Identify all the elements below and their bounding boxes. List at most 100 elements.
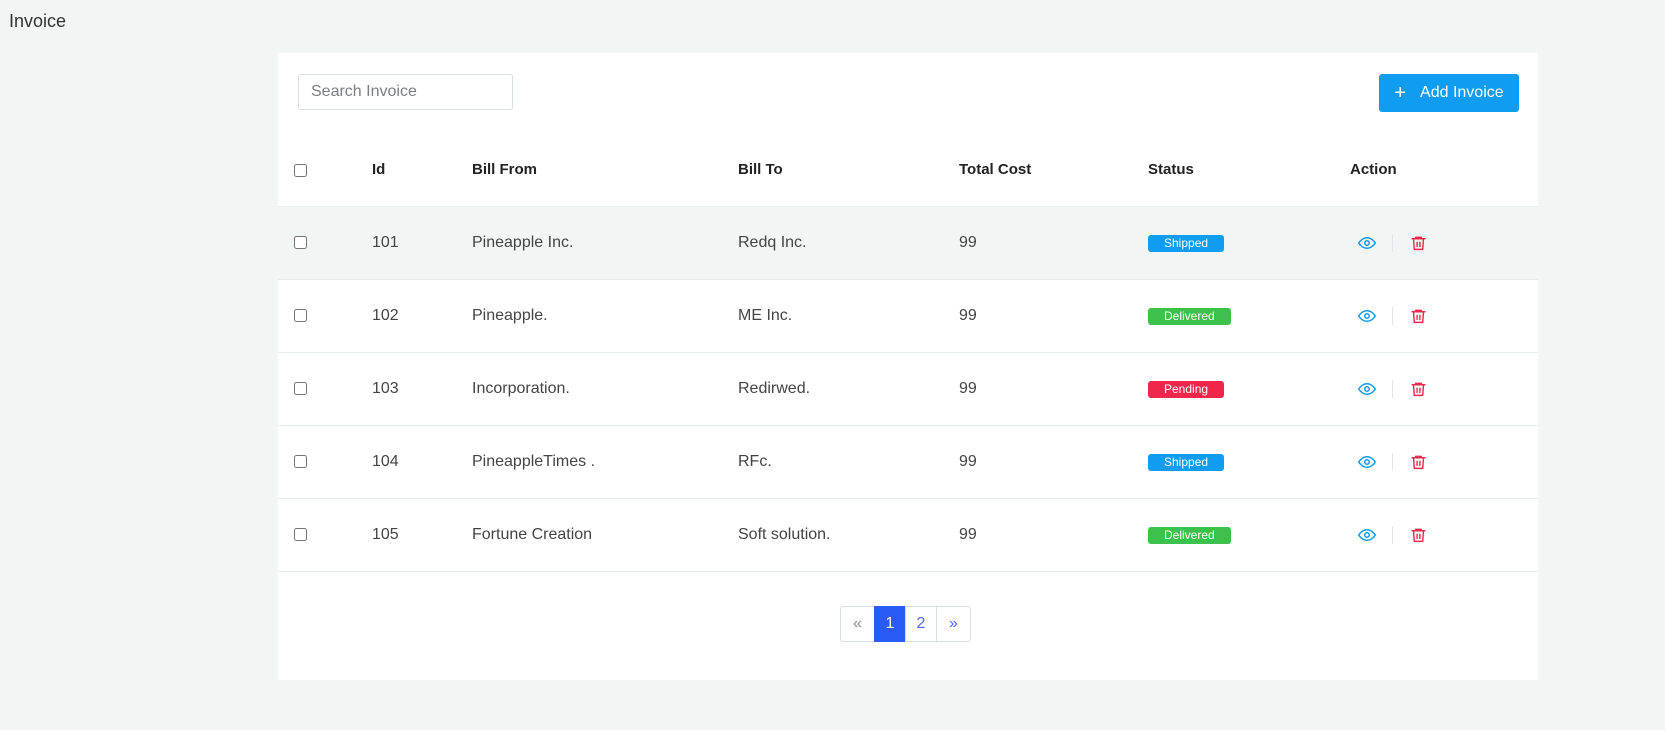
row-actions: [1350, 448, 1538, 476]
table-header-row: Id Bill From Bill To Total Cost Status A…: [278, 133, 1538, 207]
row-checkbox[interactable]: [294, 309, 307, 323]
cell-status: Shipped: [1148, 206, 1350, 280]
cell-action: [1350, 206, 1538, 280]
status-badge: Pending: [1148, 381, 1225, 398]
row-select-cell: [278, 279, 372, 353]
pagination-prev[interactable]: «: [840, 606, 875, 642]
row-checkbox[interactable]: [294, 382, 307, 396]
cell-total-cost: 99: [959, 425, 1148, 499]
toolbar: + Add Invoice: [278, 53, 1538, 133]
cell-action: [1350, 279, 1538, 353]
cell-bill-from: PineappleTimes .: [472, 425, 738, 499]
cell-action: [1350, 498, 1538, 572]
cell-bill-to: Soft solution.: [738, 498, 959, 572]
cell-bill-from: Fortune Creation: [472, 498, 738, 572]
cell-status: Delivered: [1148, 498, 1350, 572]
row-select-cell: [278, 425, 372, 499]
delete-button[interactable]: [1401, 302, 1435, 330]
row-checkbox[interactable]: [294, 236, 307, 250]
add-invoice-button[interactable]: + Add Invoice: [1379, 74, 1519, 112]
cell-id: 101: [372, 206, 472, 280]
cell-bill-to: Redq Inc.: [738, 206, 959, 280]
cell-id: 102: [372, 279, 472, 353]
cell-id: 105: [372, 498, 472, 572]
action-divider: [1392, 307, 1393, 325]
row-checkbox[interactable]: [294, 528, 307, 542]
cell-status: Pending: [1148, 352, 1350, 426]
trash-icon: [1410, 307, 1427, 325]
cell-status: Delivered: [1148, 279, 1350, 353]
row-checkbox[interactable]: [294, 455, 307, 469]
cell-bill-to: RFc.: [738, 425, 959, 499]
cell-total-cost: 99: [959, 206, 1148, 280]
delete-button[interactable]: [1401, 375, 1435, 403]
status-badge: Delivered: [1148, 308, 1231, 325]
delete-button[interactable]: [1401, 229, 1435, 257]
eye-icon: [1358, 380, 1376, 398]
trash-icon: [1410, 380, 1427, 398]
header-total-cost: Total Cost: [959, 133, 1148, 207]
view-button[interactable]: [1350, 229, 1384, 257]
table-row[interactable]: 102 Pineapple. ME Inc. 99 Delivered: [278, 279, 1538, 353]
cell-id: 103: [372, 352, 472, 426]
status-badge: Shipped: [1148, 454, 1225, 471]
eye-icon: [1358, 453, 1376, 471]
cell-total-cost: 99: [959, 352, 1148, 426]
eye-icon: [1358, 526, 1376, 544]
eye-icon: [1358, 307, 1376, 325]
table-row[interactable]: 105 Fortune Creation Soft solution. 99 D…: [278, 498, 1538, 572]
header-status: Status: [1148, 133, 1350, 207]
cell-status: Shipped: [1148, 425, 1350, 499]
delete-button[interactable]: [1401, 448, 1435, 476]
view-button[interactable]: [1350, 448, 1384, 476]
action-divider: [1392, 526, 1393, 544]
delete-button[interactable]: [1401, 521, 1435, 549]
pagination-page-2[interactable]: 2: [905, 606, 937, 642]
row-actions: [1350, 375, 1538, 403]
cell-bill-to: ME Inc.: [738, 279, 959, 353]
trash-icon: [1410, 526, 1427, 544]
invoice-table: Id Bill From Bill To Total Cost Status A…: [278, 133, 1538, 572]
cell-bill-from: Incorporation.: [472, 352, 738, 426]
page-title: Invoice: [9, 11, 67, 31]
table-row[interactable]: 101 Pineapple Inc. Redq Inc. 99 Shipped: [278, 206, 1538, 280]
pagination: « 1 2 »: [840, 606, 971, 642]
trash-icon: [1410, 234, 1427, 252]
invoice-card: + Add Invoice Id Bill From Bill To Total…: [278, 53, 1538, 680]
cell-action: [1350, 425, 1538, 499]
table-row[interactable]: 103 Incorporation. Redirwed. 99 Pending: [278, 352, 1538, 426]
row-select-cell: [278, 498, 372, 572]
plus-icon: +: [1394, 82, 1407, 104]
action-divider: [1392, 453, 1393, 471]
view-button[interactable]: [1350, 302, 1384, 330]
cell-bill-to: Redirwed.: [738, 352, 959, 426]
header-select-all: [278, 133, 372, 207]
view-button[interactable]: [1350, 521, 1384, 549]
cell-bill-from: Pineapple Inc.: [472, 206, 738, 280]
row-select-cell: [278, 352, 372, 426]
header-bill-to: Bill To: [738, 133, 959, 207]
cell-id: 104: [372, 425, 472, 499]
row-actions: [1350, 302, 1538, 330]
search-input[interactable]: [298, 74, 513, 110]
row-actions: [1350, 521, 1538, 549]
row-select-cell: [278, 206, 372, 280]
pagination-next[interactable]: »: [936, 606, 971, 642]
pagination-page-1[interactable]: 1: [874, 606, 906, 642]
status-badge: Shipped: [1148, 235, 1225, 252]
view-button[interactable]: [1350, 375, 1384, 403]
table-row[interactable]: 104 PineappleTimes . RFc. 99 Shipped: [278, 425, 1538, 499]
action-divider: [1392, 234, 1393, 252]
action-divider: [1392, 380, 1393, 398]
select-all-checkbox[interactable]: [294, 163, 307, 177]
header-action: Action: [1350, 133, 1538, 207]
header-bill-from: Bill From: [472, 133, 738, 207]
trash-icon: [1410, 453, 1427, 471]
status-badge: Delivered: [1148, 527, 1231, 544]
cell-total-cost: 99: [959, 279, 1148, 353]
cell-total-cost: 99: [959, 498, 1148, 572]
cell-action: [1350, 352, 1538, 426]
add-invoice-label: Add Invoice: [1420, 84, 1504, 101]
cell-bill-from: Pineapple.: [472, 279, 738, 353]
row-actions: [1350, 229, 1538, 257]
